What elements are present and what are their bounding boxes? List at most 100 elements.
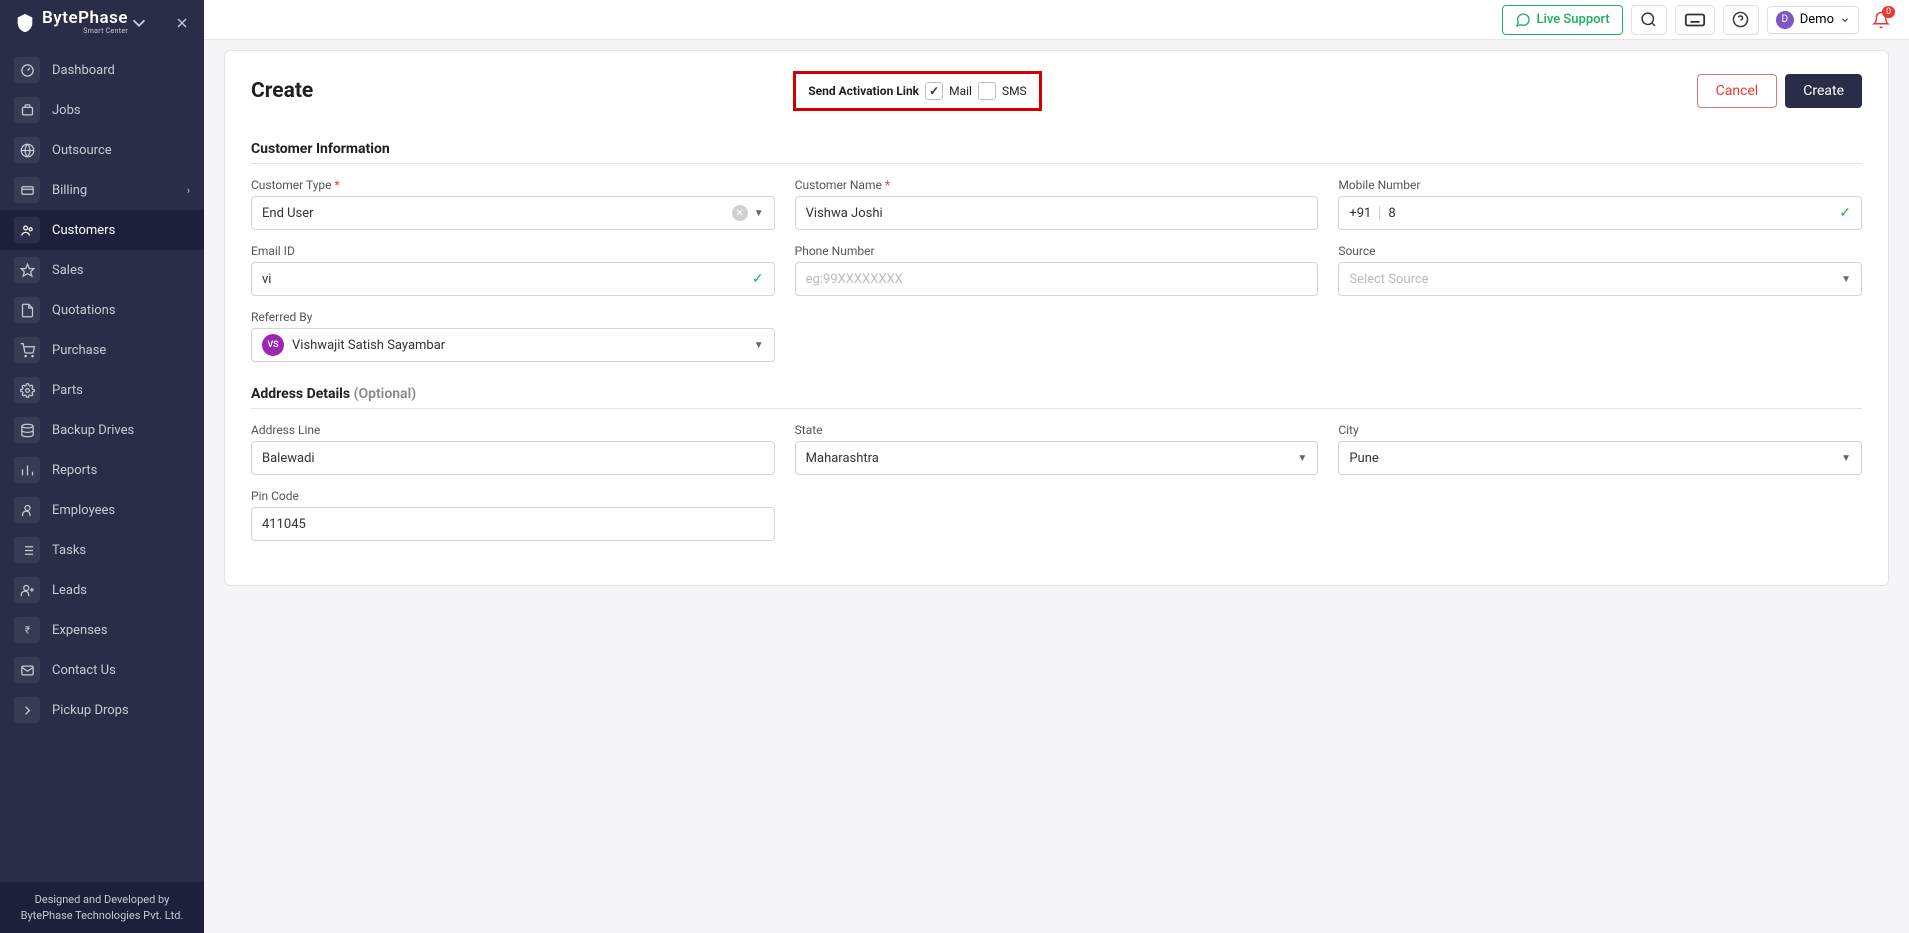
nav-icon bbox=[14, 577, 40, 603]
nav-label: Outsource bbox=[52, 143, 112, 158]
source-placeholder: Select Source bbox=[1349, 272, 1428, 287]
city-value: Pune bbox=[1349, 451, 1378, 466]
mobile-prefix: +91 bbox=[1349, 206, 1380, 221]
sms-label: SMS bbox=[1002, 84, 1027, 98]
sidebar-item-jobs[interactable]: Jobs bbox=[0, 90, 204, 130]
sidebar-item-expenses[interactable]: ₹ Expenses bbox=[0, 610, 204, 650]
sidebar-item-billing[interactable]: Billing› bbox=[0, 170, 204, 210]
clear-icon[interactable]: ✕ bbox=[732, 205, 748, 221]
phone-input[interactable] bbox=[806, 272, 1308, 287]
customer-type-select[interactable]: End User ✕ ▼ bbox=[251, 196, 775, 230]
nav-icon: ₹ bbox=[14, 617, 40, 643]
sidebar-item-parts[interactable]: Parts bbox=[0, 370, 204, 410]
live-support-label: Live Support bbox=[1537, 12, 1610, 27]
chevron-down-icon: ▼ bbox=[754, 208, 764, 219]
notifications-button[interactable]: 0 bbox=[1867, 6, 1895, 34]
label-source: Source bbox=[1338, 244, 1862, 258]
field-source: Source Select Source ▼ bbox=[1338, 244, 1862, 296]
close-icon[interactable] bbox=[174, 15, 190, 31]
customer-section-title: Customer Information bbox=[251, 141, 1862, 157]
sidebar-item-outsource[interactable]: Outsource bbox=[0, 130, 204, 170]
sms-checkbox[interactable] bbox=[978, 82, 996, 100]
brand-logo[interactable]: BytePhase Smart Center bbox=[14, 10, 150, 35]
nav-icon bbox=[14, 137, 40, 163]
nav-icon bbox=[14, 257, 40, 283]
mobile-input[interactable] bbox=[1388, 206, 1833, 221]
field-phone: Phone Number bbox=[795, 244, 1319, 296]
user-name: Demo bbox=[1800, 12, 1834, 27]
label-email: Email ID bbox=[251, 244, 775, 258]
page-title: Create bbox=[251, 79, 313, 103]
create-button[interactable]: Create bbox=[1785, 74, 1862, 108]
user-menu[interactable]: D Demo bbox=[1767, 6, 1859, 34]
mail-checkbox[interactable] bbox=[925, 82, 943, 100]
sidebar-item-backup-drives[interactable]: Backup Drives bbox=[0, 410, 204, 450]
nav-icon bbox=[14, 377, 40, 403]
nav-label: Expenses bbox=[52, 623, 108, 638]
live-support-button[interactable]: Live Support bbox=[1502, 5, 1623, 35]
chevron-down-icon bbox=[1840, 15, 1850, 25]
sidebar-item-quotations[interactable]: Quotations bbox=[0, 290, 204, 330]
sidebar-item-sales[interactable]: Sales bbox=[0, 250, 204, 290]
nav-label: Purchase bbox=[52, 343, 106, 358]
help-icon bbox=[1732, 11, 1749, 28]
referred-avatar: VS bbox=[262, 334, 284, 356]
chat-icon bbox=[1515, 12, 1531, 28]
sidebar-item-tasks[interactable]: Tasks bbox=[0, 530, 204, 570]
label-phone: Phone Number bbox=[795, 244, 1319, 258]
sidebar-item-employees[interactable]: Employees bbox=[0, 490, 204, 530]
source-select[interactable]: Select Source ▼ bbox=[1338, 262, 1862, 296]
chevron-down-icon[interactable] bbox=[128, 12, 150, 34]
nav-icon bbox=[14, 337, 40, 363]
shield-icon bbox=[14, 12, 36, 34]
nav-icon bbox=[14, 417, 40, 443]
sidebar-item-customers[interactable]: Customers bbox=[0, 210, 204, 250]
state-select[interactable]: Maharashtra ▼ bbox=[795, 441, 1319, 475]
sidebar-item-contact-us[interactable]: Contact Us bbox=[0, 650, 204, 690]
field-pincode: Pin Code bbox=[251, 489, 775, 541]
chevron-down-icon: ▼ bbox=[1841, 274, 1851, 285]
pincode-input[interactable] bbox=[262, 517, 764, 532]
nav-label: Backup Drives bbox=[52, 423, 134, 438]
nav-icon bbox=[14, 177, 40, 203]
sidebar: BytePhase Smart Center Dashboard Jobs Outs… bbox=[0, 0, 204, 933]
nav-label: Dashboard bbox=[52, 63, 115, 78]
sidebar-item-leads[interactable]: Leads bbox=[0, 570, 204, 610]
brand-name: BytePhase bbox=[42, 10, 128, 27]
svg-text:₹: ₹ bbox=[24, 625, 29, 636]
activation-link-group: Send Activation Link Mail SMS bbox=[793, 71, 1041, 111]
sidebar-item-pickup-drops[interactable]: Pickup Drops bbox=[0, 690, 204, 730]
nav-icon bbox=[14, 537, 40, 563]
nav-label: Jobs bbox=[52, 103, 81, 118]
field-address: Address Line bbox=[251, 423, 775, 475]
address-input[interactable] bbox=[262, 451, 764, 466]
nav-icon bbox=[14, 657, 40, 683]
label-pincode: Pin Code bbox=[251, 489, 775, 503]
label-mobile: Mobile Number bbox=[1338, 178, 1862, 192]
main: Live Support D Demo 0 Create Send Activa… bbox=[204, 0, 1909, 933]
city-select[interactable]: Pune ▼ bbox=[1338, 441, 1862, 475]
keyboard-button[interactable] bbox=[1675, 5, 1715, 35]
sidebar-item-purchase[interactable]: Purchase bbox=[0, 330, 204, 370]
field-state: State Maharashtra ▼ bbox=[795, 423, 1319, 475]
nav-label: Billing bbox=[52, 183, 87, 198]
sidebar-item-dashboard[interactable]: Dashboard bbox=[0, 50, 204, 90]
email-input[interactable] bbox=[262, 272, 746, 287]
valid-check-icon: ✓ bbox=[1839, 205, 1851, 221]
nav-label: Parts bbox=[52, 383, 83, 398]
cancel-button[interactable]: Cancel bbox=[1697, 74, 1778, 108]
nav-icon bbox=[14, 697, 40, 723]
search-button[interactable] bbox=[1631, 5, 1667, 35]
sidebar-item-reports[interactable]: Reports bbox=[0, 450, 204, 490]
field-customer-name: Customer Name * bbox=[795, 178, 1319, 230]
label-customer-name: Customer Name * bbox=[795, 178, 1319, 192]
create-card: Create Send Activation Link Mail SMS Can… bbox=[224, 50, 1889, 586]
nav-label: Reports bbox=[52, 463, 97, 478]
field-city: City Pune ▼ bbox=[1338, 423, 1862, 475]
field-referred: Referred By VS Vishwajit Satish Sayambar… bbox=[251, 310, 775, 362]
nav-list: Dashboard Jobs Outsource Billing›CustomersS… bbox=[0, 45, 204, 882]
help-button[interactable] bbox=[1723, 5, 1759, 35]
referred-select[interactable]: VS Vishwajit Satish Sayambar ▼ bbox=[251, 328, 775, 362]
nav-label: Contact Us bbox=[52, 663, 116, 678]
customer-name-input[interactable] bbox=[806, 206, 1308, 221]
